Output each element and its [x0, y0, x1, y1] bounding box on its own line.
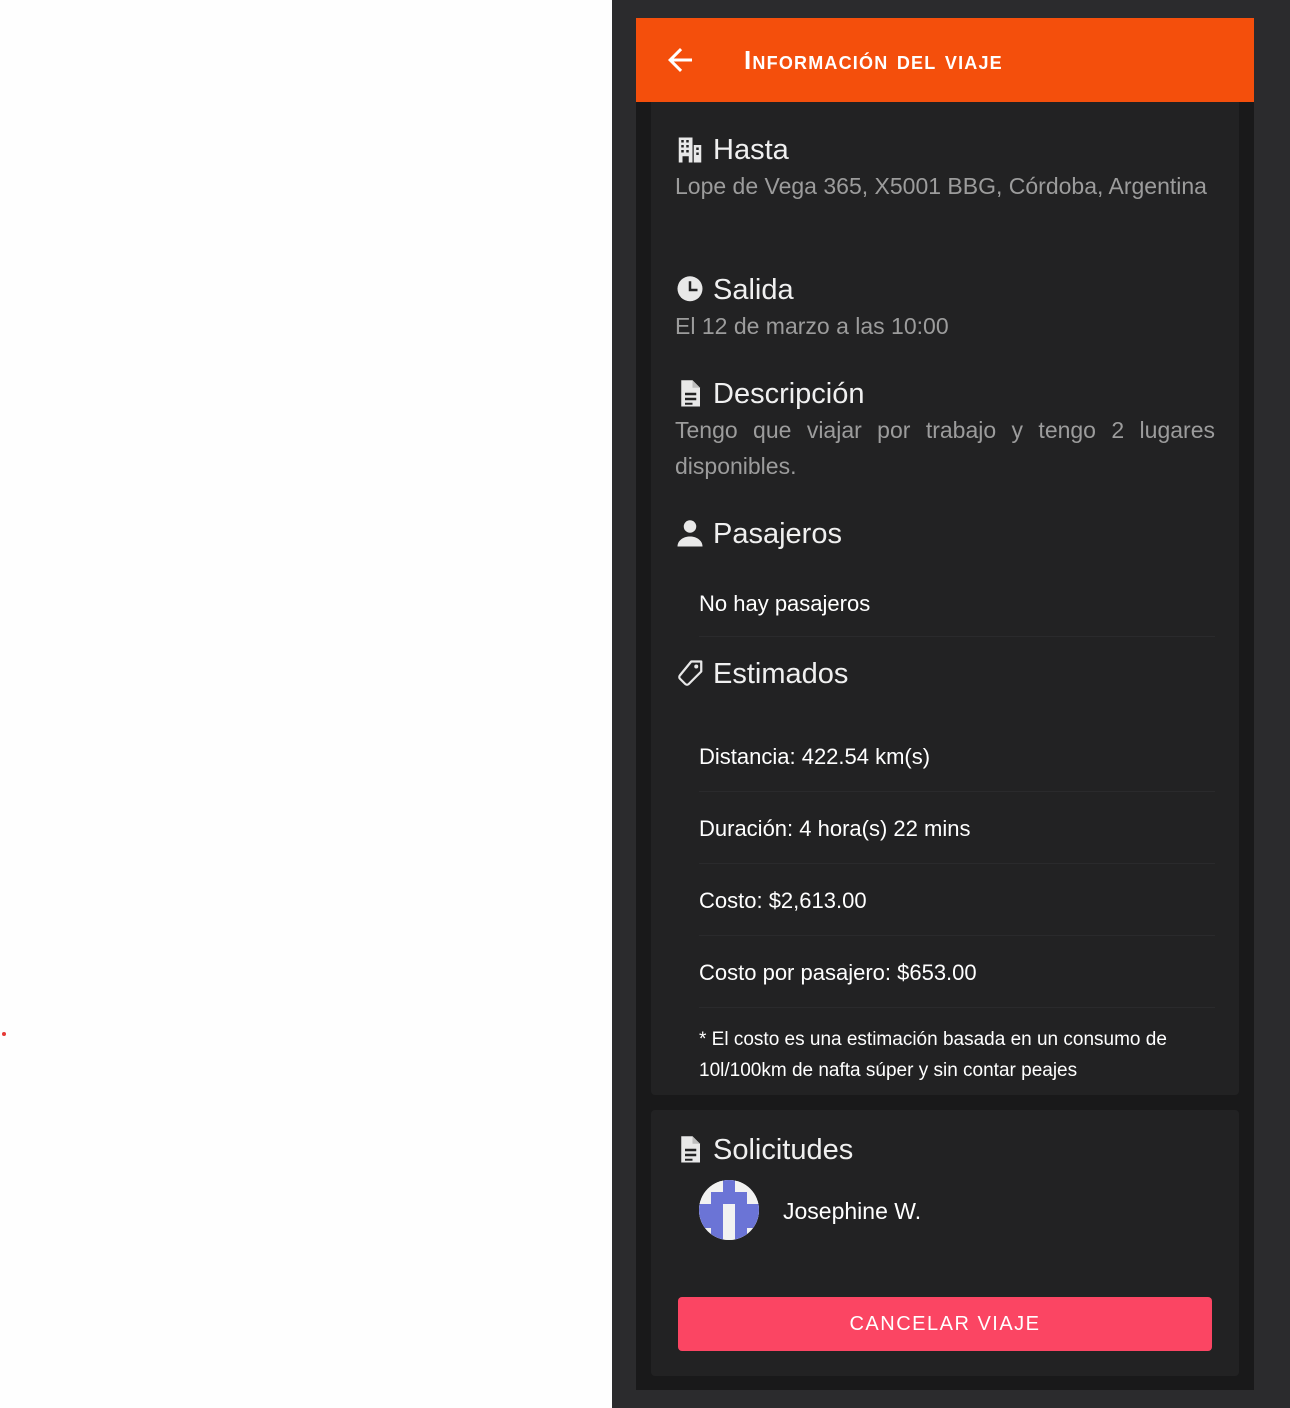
- section-title: Pasajeros: [713, 518, 842, 550]
- section-title: Estimados: [713, 658, 849, 690]
- estimate-cost: Costo: $2,613.00: [699, 888, 867, 913]
- divider: [699, 636, 1215, 637]
- document-icon: [675, 379, 705, 409]
- trip-info-screen: Información del viaje Hasta Lope de Vega…: [636, 18, 1254, 1390]
- divider: [699, 791, 1215, 792]
- section-destination: Hasta Lope de Vega 365, X5001 BBG, Córdo…: [675, 132, 1215, 204]
- section-title: Descripción: [713, 378, 865, 410]
- section-title: Solicitudes: [713, 1134, 854, 1166]
- clock-icon: [675, 275, 705, 305]
- page-title: Información del viaje: [744, 45, 1003, 75]
- trip-details-card: Hasta Lope de Vega 365, X5001 BBG, Córdo…: [651, 102, 1239, 1095]
- estimate-duration: Duración: 4 hora(s) 22 mins: [699, 816, 971, 841]
- estimate-distance: Distancia: 422.54 km(s): [699, 744, 931, 769]
- section-requests: Solicitudes: [675, 1132, 1215, 1168]
- red-dot-marker: [2, 1032, 6, 1036]
- estimate-cost-per-passenger: Costo por pasajero: $653.00: [699, 960, 977, 985]
- person-icon: [675, 519, 705, 549]
- divider: [699, 1007, 1215, 1008]
- section-departure: Salida El 12 de marzo a las 10:00: [675, 272, 1215, 344]
- section-passengers: Pasajeros: [675, 516, 1215, 552]
- requester-avatar[interactable]: [699, 1180, 759, 1240]
- back-button[interactable]: [662, 42, 698, 78]
- tag-icon: [675, 659, 705, 689]
- blank-page-area: [0, 0, 612, 1408]
- estimate-disclaimer: * El costo es una estimación basada en u…: [699, 1029, 1167, 1081]
- identicon-avatar: [699, 1180, 759, 1240]
- toolbar: Información del viaje: [636, 18, 1254, 102]
- arrow-left-icon: [668, 48, 692, 72]
- document-icon: [675, 1135, 705, 1165]
- requester-name[interactable]: Josephine W.: [783, 1196, 921, 1226]
- section-estimates: Estimados: [675, 656, 1215, 692]
- cancel-trip-button[interactable]: CANCELAR VIAJE: [678, 1297, 1212, 1351]
- no-passengers-text: No hay pasajeros: [699, 591, 871, 616]
- divider: [699, 863, 1215, 864]
- destination-address: Lope de Vega 365, X5001 BBG, Córdoba, Ar…: [675, 173, 1207, 199]
- building-icon: [675, 135, 705, 165]
- section-title: Hasta: [713, 134, 789, 166]
- section-title: Salida: [713, 274, 794, 306]
- section-description: Descripción Tengo que viajar por trabajo…: [675, 376, 1215, 484]
- departure-datetime: El 12 de marzo a las 10:00: [675, 313, 949, 339]
- divider: [699, 935, 1215, 936]
- trip-description: Tengo que viajar por trabajo y tengo 2 l…: [675, 417, 1215, 479]
- requests-card: Solicitudes Josephine W. CANCELAR VIAJE: [651, 1110, 1239, 1376]
